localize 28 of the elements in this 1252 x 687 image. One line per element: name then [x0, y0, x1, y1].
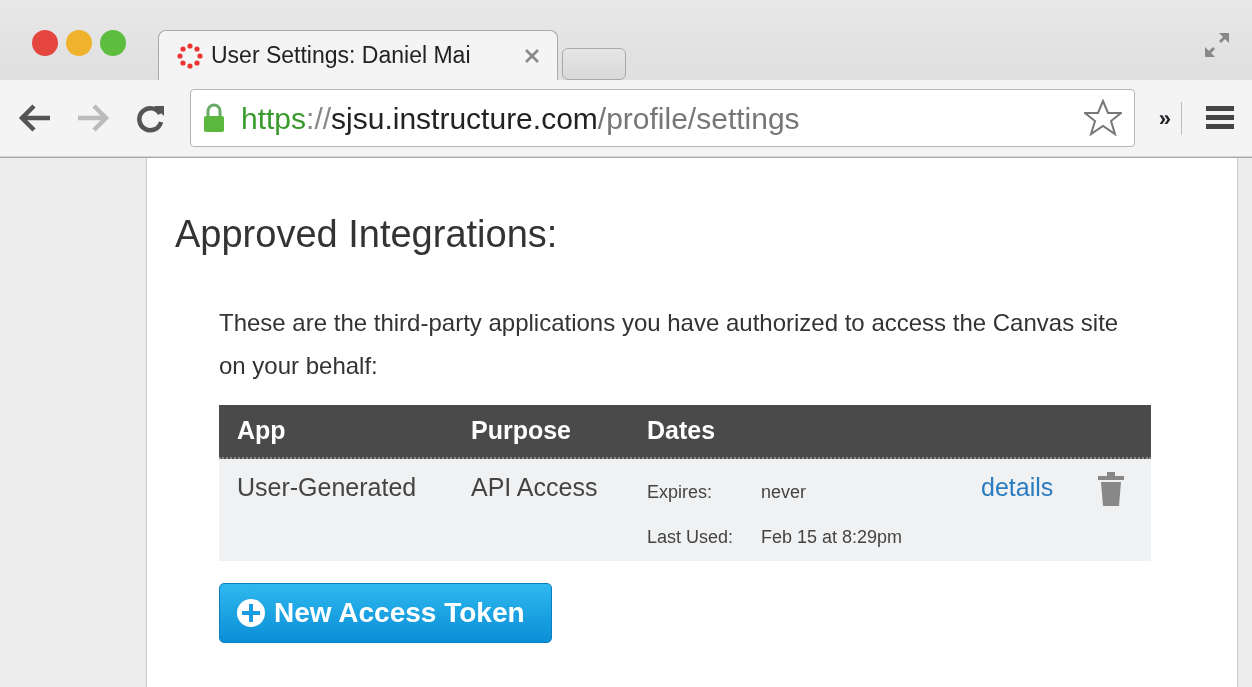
plus-circle-icon [236, 598, 266, 628]
details-link[interactable]: details [981, 469, 1054, 507]
tab-title: User Settings: Daniel Mai [211, 41, 472, 71]
column-header: Dates [647, 415, 716, 447]
close-button[interactable] [32, 30, 58, 56]
new-tab-button[interactable] [562, 48, 626, 80]
date-label: Expires: [647, 481, 714, 504]
table-cell-text: User-Generated [237, 472, 418, 503]
trash-icon[interactable] [1097, 472, 1125, 507]
address-bar[interactable]: https://sjsu.instructure.com/profile/settings [190, 89, 1135, 147]
menu-icon[interactable] [1206, 105, 1234, 131]
browser-tab[interactable]: User Settings: Daniel Mai [158, 30, 558, 80]
extensions-button[interactable]: » [1158, 101, 1182, 135]
column-header: App [237, 415, 287, 447]
column-header: Purpose [471, 415, 573, 447]
tab-close-icon[interactable] [525, 48, 539, 63]
date-label: Last Used: [647, 526, 735, 549]
date-value: Feb 15 at 8:29pm [761, 526, 904, 549]
date-value: never [761, 481, 808, 504]
star-icon[interactable] [1083, 99, 1122, 137]
description-text: These are the third-party applications you have authorized to access the Canvas site on your behalf: [219, 308, 1119, 381]
lock-icon [203, 103, 225, 133]
fullscreen-icon[interactable] [1202, 30, 1232, 60]
back-button[interactable] [18, 103, 52, 133]
page-heading: Approved Integrations: [175, 212, 559, 257]
favicon-icon [177, 42, 203, 69]
zoom-button[interactable] [100, 30, 126, 56]
table-cell-text: API Access [471, 472, 599, 503]
